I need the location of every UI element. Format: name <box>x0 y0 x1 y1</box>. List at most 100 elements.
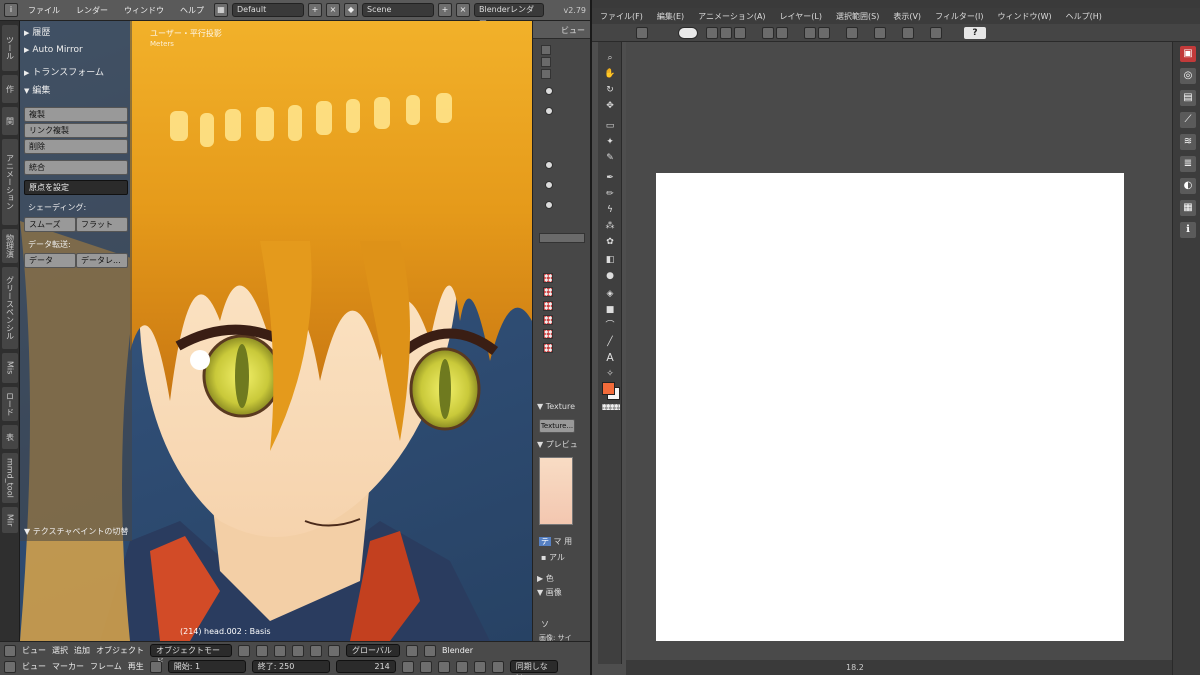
tab-material[interactable]: マ <box>554 537 562 546</box>
brush-icon[interactable]: ϟ <box>603 204 617 216</box>
tab-physics[interactable]: 物理演 <box>2 229 18 263</box>
render-engine-dropdown[interactable]: Blenderレンダー <box>474 3 544 26</box>
eye-icon[interactable] <box>545 107 553 115</box>
add-scene-icon[interactable]: + <box>438 3 452 17</box>
end-frame-field[interactable]: 終了: 250 <box>251 660 330 673</box>
texture-slot-icon[interactable] <box>543 287 553 297</box>
tab-misc[interactable]: Mis <box>2 353 18 383</box>
palette-icon[interactable]: ▣ <box>1180 46 1196 62</box>
fill-icon[interactable]: ◈ <box>603 288 617 300</box>
canvas-area[interactable] <box>626 42 1172 660</box>
drawing-canvas[interactable] <box>656 173 1124 641</box>
tab-use[interactable]: 用 <box>564 537 572 546</box>
alpha-checkbox-row[interactable]: ▪ アル <box>541 552 565 563</box>
figure-icon[interactable]: ⌒ <box>603 320 617 332</box>
transform-icon[interactable] <box>846 27 858 39</box>
navigator-icon[interactable]: ◎ <box>1180 68 1196 84</box>
editor-type-icon[interactable] <box>4 660 16 673</box>
gradient-icon[interactable]: ■ <box>603 304 617 316</box>
data-transfer-button[interactable]: データ <box>24 253 76 268</box>
swirl-icon[interactable] <box>678 27 698 39</box>
zoom-value[interactable]: 18.2 <box>846 663 864 672</box>
texture-slot-icon[interactable] <box>543 329 553 339</box>
ruler-snap-icon[interactable] <box>930 27 942 39</box>
eraser-icon[interactable]: ◧ <box>603 254 617 266</box>
blend-icon[interactable]: ● <box>603 270 617 282</box>
open-file-icon[interactable] <box>720 27 732 39</box>
brush-size-icon[interactable]: ⟋ <box>1180 112 1196 128</box>
texture-slot-icon[interactable] <box>543 273 553 283</box>
text-icon[interactable]: A <box>603 352 617 364</box>
start-frame-field[interactable]: 開始: 1 <box>167 660 246 673</box>
deselect-icon[interactable] <box>874 27 886 39</box>
eye-icon[interactable] <box>545 87 553 95</box>
eye-icon[interactable] <box>545 181 553 189</box>
menu-file[interactable]: ファイル <box>22 5 66 16</box>
scene-field[interactable]: Scene <box>362 3 434 17</box>
menu-help[interactable]: ヘルプ(H) <box>1066 11 1102 22</box>
tool-property-icon[interactable]: ≋ <box>1180 134 1196 150</box>
main-color-swatch[interactable] <box>602 382 615 395</box>
panel-history[interactable]: ▶ 履歴 <box>24 25 50 38</box>
manipulator-icon[interactable] <box>274 644 286 657</box>
record-icon[interactable] <box>149 660 162 673</box>
info-icon[interactable]: ℹ <box>1180 222 1196 238</box>
decoration-icon[interactable]: ✿ <box>603 236 617 248</box>
color-wheel-icon[interactable]: ◐ <box>1180 178 1196 194</box>
menu-view[interactable]: ビュー <box>22 661 46 672</box>
new-file-icon[interactable] <box>706 27 718 39</box>
rotate-icon[interactable]: ↻ <box>603 84 617 96</box>
scene-icon[interactable]: ◆ <box>344 3 358 17</box>
texture-slot-icon[interactable] <box>543 343 553 353</box>
play-icon[interactable] <box>455 660 468 673</box>
tab-mmd-tools[interactable]: mmd_tool <box>2 453 18 503</box>
save-icon[interactable] <box>734 27 746 39</box>
layer-icon[interactable]: ▤ <box>1180 90 1196 106</box>
tab-mirror[interactable]: Mir <box>2 507 18 533</box>
texture-slot-icon[interactable] <box>543 301 553 311</box>
rotate-icon[interactable] <box>310 644 322 657</box>
outliner-icon[interactable] <box>541 57 551 67</box>
move-icon[interactable]: ✥ <box>603 100 617 112</box>
menu-edit[interactable]: 編集(E) <box>657 11 684 22</box>
texture-slot-icon[interactable] <box>543 315 553 325</box>
screen-layout-icon[interactable]: ▦ <box>214 3 228 17</box>
menu-animation[interactable]: アニメーション(A) <box>698 11 765 22</box>
airbrush-icon[interactable]: ⁂ <box>603 220 617 232</box>
menu-window[interactable]: ウィンドウ <box>118 5 170 16</box>
fill-icon[interactable] <box>818 27 830 39</box>
texpaint-toggle-panel[interactable]: ▼ テクスチャペイントの切替 <box>20 526 132 537</box>
viewport-shading-icon[interactable] <box>238 644 250 657</box>
menu-selection[interactable]: 選択範囲(S) <box>836 11 879 22</box>
transform-orientation-dropdown[interactable]: グローバル <box>346 644 400 657</box>
tab-display[interactable]: 表 <box>2 425 18 449</box>
menu-object[interactable]: オブジェクト <box>96 645 144 656</box>
properties-tabs[interactable] <box>539 233 585 243</box>
tab-grease-pencil[interactable]: グリースペンシル <box>2 267 18 349</box>
duplicate-button[interactable]: 複製 <box>24 107 128 122</box>
next-key-icon[interactable] <box>473 660 486 673</box>
tab-tools[interactable]: ツール <box>2 25 18 71</box>
pencil-icon[interactable]: ✏ <box>603 188 617 200</box>
tab-relations[interactable]: 関 <box>2 107 18 135</box>
pen-icon[interactable]: ✒ <box>603 172 617 184</box>
menu-add[interactable]: 追加 <box>74 645 90 656</box>
balloon-icon[interactable]: ✧ <box>603 368 617 380</box>
interaction-mode-dropdown[interactable]: オブジェクトモード <box>150 644 232 666</box>
current-frame-field[interactable]: 214 <box>335 660 396 673</box>
menu-file[interactable]: ファイル(F) <box>600 11 643 22</box>
menu-render[interactable]: レンダー <box>70 5 114 16</box>
panel-edit[interactable]: ▼ 編集 <box>24 83 50 96</box>
panel-auto-mirror[interactable]: ▶ Auto Mirror <box>24 45 83 55</box>
tab-animation[interactable]: アニメーション <box>2 139 18 225</box>
select-rect-icon[interactable]: ▭ <box>603 120 617 132</box>
eye-icon[interactable] <box>545 201 553 209</box>
ruler-icon[interactable]: ╱ <box>603 336 617 348</box>
menu-filter[interactable]: フィルター(I) <box>935 11 983 22</box>
preview-panel-header[interactable]: ▼ プレビュ <box>537 439 578 450</box>
clip-studio-icon[interactable] <box>636 27 648 39</box>
scale-icon[interactable] <box>328 644 340 657</box>
outliner-icon[interactable] <box>541 45 551 55</box>
image-panel-header[interactable]: ▼ 画像 <box>537 587 562 598</box>
eye-icon[interactable] <box>545 161 553 169</box>
